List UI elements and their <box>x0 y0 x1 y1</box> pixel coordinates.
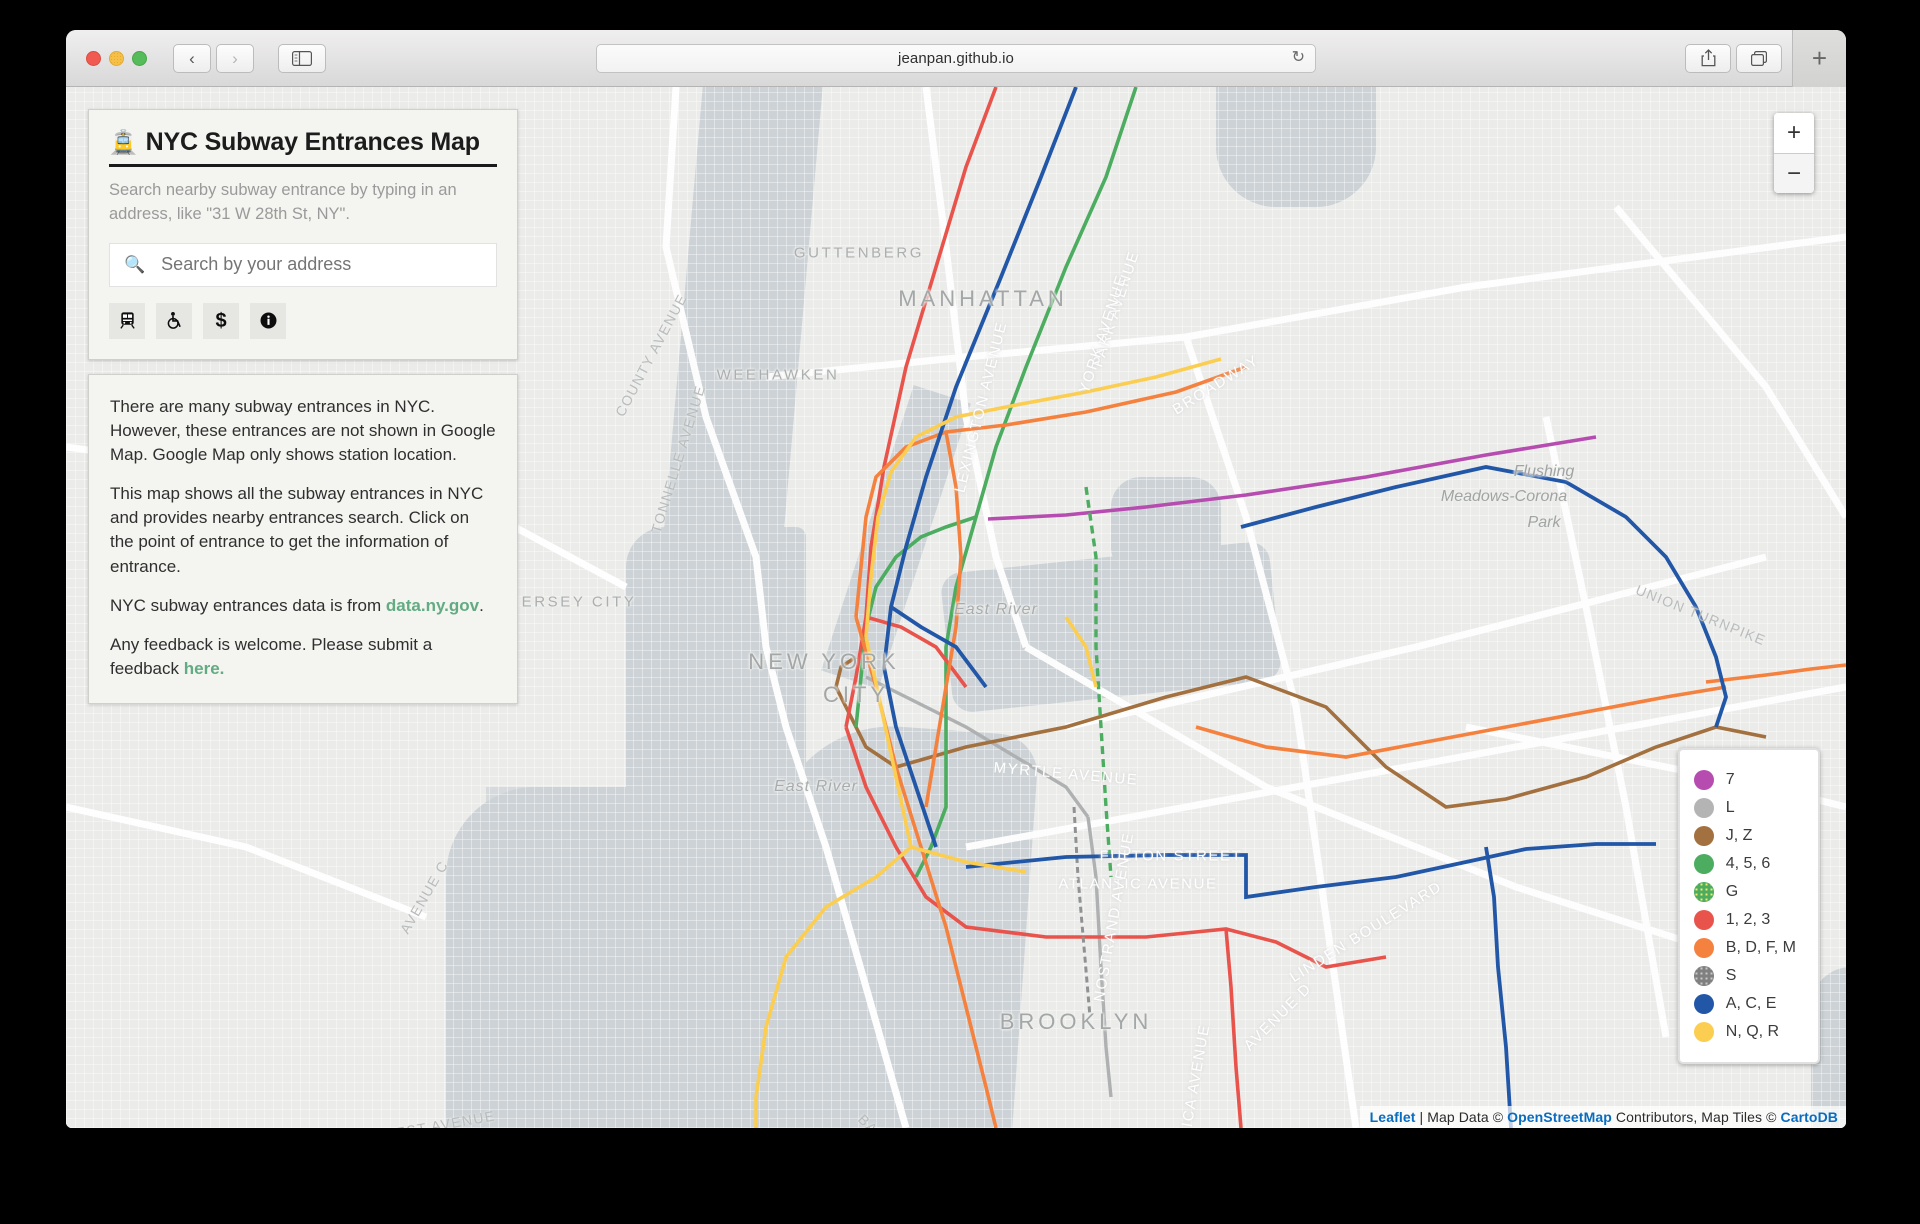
reload-icon[interactable]: ↻ <box>1292 50 1305 66</box>
legend-label: 4, 5, 6 <box>1725 855 1771 872</box>
info-p3-pre: NYC subway entrances data is from <box>110 595 386 615</box>
new-tab-button[interactable]: + <box>1792 30 1846 87</box>
legend-color-swatch <box>1693 994 1714 1014</box>
info-filter-button[interactable] <box>250 302 286 339</box>
legend-label: N, Q, R <box>1725 1023 1780 1040</box>
legend-row: A, C, E <box>1693 990 1796 1018</box>
forward-button[interactable]: › <box>216 43 254 73</box>
maximize-window-button[interactable] <box>132 50 147 66</box>
panel-title-row: 🚊 NYC Subway Entrances Map <box>109 128 497 167</box>
filter-button-row: $ <box>109 302 497 339</box>
attribution-contrib: Contributors, Map Tiles © <box>1611 1109 1781 1125</box>
legend-label: B, D, F, M <box>1725 939 1796 956</box>
side-panel: 🚊 NYC Subway Entrances Map Search nearby… <box>88 109 518 705</box>
share-button[interactable] <box>1685 43 1731 73</box>
legend-color-swatch <box>1693 770 1714 790</box>
legend-row: 7 <box>1693 766 1796 794</box>
leaflet-link[interactable]: Leaflet <box>1370 1109 1416 1125</box>
toolbar-right-group: + <box>1685 30 1846 87</box>
legend-row: S <box>1693 962 1796 990</box>
info-paragraph-2: This map shows all the subway entrances … <box>110 484 484 576</box>
openstreetmap-link[interactable]: OpenStreetMap <box>1507 1109 1612 1125</box>
legend-label: J, Z <box>1725 827 1753 844</box>
legend-label: 1, 2, 3 <box>1725 911 1771 928</box>
subway-train-filter-icon <box>119 312 135 330</box>
zoom-out-button[interactable]: − <box>1774 153 1814 193</box>
legend-color-swatch <box>1693 854 1714 874</box>
subway-filter-button[interactable] <box>109 302 145 339</box>
sidebar-toggle-button[interactable] <box>278 43 326 73</box>
info-paragraph-4: Any feedback is welcome. Please submit a… <box>110 633 496 681</box>
url-text: jeanpan.github.io <box>898 49 1014 67</box>
show-tabs-button[interactable] <box>1736 43 1782 73</box>
legend-label: 7 <box>1725 771 1735 788</box>
dollar-icon: $ <box>215 309 227 332</box>
back-button[interactable]: ‹ <box>173 43 211 73</box>
line-456 <box>854 87 1138 878</box>
legend-color-swatch <box>1693 882 1714 902</box>
legend-row: L <box>1693 794 1796 822</box>
page-title: NYC Subway Entrances Map <box>145 128 480 156</box>
legend-label: G <box>1725 883 1739 900</box>
search-box[interactable]: 🔍 <box>109 242 497 287</box>
search-input[interactable] <box>161 254 482 276</box>
legend-row: J, Z <box>1693 822 1796 850</box>
map-zoom-control: + − <box>1774 113 1814 193</box>
wheelchair-icon <box>167 312 181 330</box>
legend-label: S <box>1725 967 1737 984</box>
line-L <box>865 675 1113 1098</box>
search-icon: 🔍 <box>124 254 146 274</box>
minimize-window-button[interactable] <box>109 50 124 66</box>
info-paragraph-3: NYC subway entrances data is from data.n… <box>110 594 496 618</box>
subway-train-icon: 🚊 <box>109 129 138 155</box>
info-card: There are many subway entrances in NYC. … <box>88 373 518 705</box>
legend-label: L <box>1725 799 1735 816</box>
legend-row: 4, 5, 6 <box>1693 850 1796 878</box>
map-legend: 7 L J, Z 4, 5, 6 G 1, 2, 3 B, D, F, M S A, C, E N… <box>1677 748 1820 1064</box>
line-7 <box>987 435 1597 521</box>
feedback-link[interactable]: here. <box>184 659 225 678</box>
sidebar-toggle-icon <box>292 50 312 66</box>
legend-row: N, Q, R <box>1693 1018 1796 1046</box>
info-p3-post: . <box>479 595 484 615</box>
legend-label: A, C, E <box>1725 995 1777 1012</box>
info-icon <box>260 312 276 329</box>
address-bar-container: jeanpan.github.io ↻ <box>596 43 1316 73</box>
accessibility-filter-button[interactable] <box>156 302 192 339</box>
map-attribution: Leaflet | Map Data © OpenStreetMap Contr… <box>1359 1106 1846 1128</box>
line-123 <box>844 87 1387 1128</box>
address-bar[interactable]: jeanpan.github.io ↻ <box>596 43 1316 73</box>
legend-color-swatch <box>1693 910 1714 930</box>
browser-window: ‹ › jeanpan.github.io ↻ + GUTTENBERG MAN… <box>66 30 1846 1128</box>
attribution-mapdata: Map Data © <box>1427 1109 1508 1125</box>
legend-color-swatch <box>1693 1022 1714 1042</box>
fare-filter-button[interactable]: $ <box>203 302 239 339</box>
close-window-button[interactable] <box>86 50 101 66</box>
legend-row: B, D, F, M <box>1693 934 1796 962</box>
share-icon <box>1701 49 1715 67</box>
navigation-buttons: ‹ › <box>173 43 254 73</box>
tab-overview-icon <box>1751 50 1768 66</box>
legend-row: 1, 2, 3 <box>1693 906 1796 934</box>
line-S <box>1072 806 1092 1018</box>
legend-row: G <box>1693 878 1796 906</box>
legend-color-swatch <box>1693 938 1714 958</box>
zoom-in-button[interactable]: + <box>1774 113 1814 153</box>
cartodb-link[interactable]: CartoDB <box>1781 1109 1838 1125</box>
browser-toolbar: ‹ › jeanpan.github.io ↻ + <box>66 30 1846 87</box>
search-card: 🚊 NYC Subway Entrances Map Search nearby… <box>88 109 518 360</box>
info-paragraph-1: There are many subway entrances in NYC. … <box>110 396 496 465</box>
panel-description: Search nearby subway entrance by typing … <box>109 181 457 223</box>
data-ny-gov-link[interactable]: data.ny.gov <box>386 596 479 615</box>
legend-color-swatch <box>1693 966 1714 986</box>
legend-color-swatch <box>1693 826 1714 846</box>
info-p4-pre: Any feedback is welcome. Please submit a… <box>110 634 433 678</box>
attribution-sep: | <box>1415 1109 1428 1125</box>
page-viewport: GUTTENBERG MANHATTAN WEEHAWKEN COUNTY AVENU… <box>66 87 1846 1128</box>
legend-color-swatch <box>1693 798 1714 818</box>
window-traffic-lights <box>86 50 147 66</box>
